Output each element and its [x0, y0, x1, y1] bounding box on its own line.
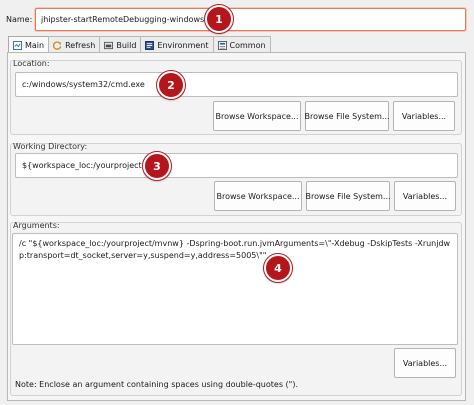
- arguments-value: /c "${workspace_loc:/yourproject/mvnw} -…: [19, 239, 451, 260]
- tab-common-label: Common: [229, 40, 266, 50]
- refresh-icon: [53, 40, 62, 50]
- arguments-label: Arguments:: [13, 221, 60, 230]
- tab-main-label: Main: [25, 41, 45, 50]
- location-input[interactable]: c:/windows/system32/cmd.exe: [15, 72, 458, 97]
- tab-build-label: Build: [116, 40, 137, 50]
- name-value: jhipster-startRemoteDebugging-windows: [41, 15, 205, 24]
- name-field[interactable]: jhipster-startRemoteDebugging-windows: [35, 8, 466, 31]
- main-tab-icon: [13, 41, 22, 50]
- working-directory-variables-button[interactable]: Variables...: [394, 181, 456, 211]
- location-value: c:/windows/system32/cmd.exe: [22, 80, 145, 89]
- environment-icon: [145, 40, 155, 50]
- callout-badge-4: 4: [264, 254, 292, 282]
- tab-environment[interactable]: Environment: [140, 36, 214, 53]
- tab-build[interactable]: Build: [99, 36, 142, 53]
- name-label: Name:: [6, 15, 33, 24]
- tab-environment-label: Environment: [157, 40, 209, 50]
- location-variables-button[interactable]: Variables...: [393, 101, 455, 131]
- working-directory-value: ${workspace_loc:/yourproject}: [22, 161, 147, 170]
- working-directory-browse-workspace-button[interactable]: Browse Workspace...: [214, 181, 302, 211]
- location-browse-file-system-button[interactable]: Browse File System...: [304, 101, 390, 131]
- callout-badge-1: 1: [205, 5, 233, 33]
- arguments-note: Note: Enclose an argument containing spa…: [15, 380, 298, 389]
- working-directory-input[interactable]: ${workspace_loc:/yourproject}: [15, 153, 458, 178]
- tab-refresh[interactable]: Refresh: [48, 36, 101, 53]
- working-directory-label: Working Directory:: [13, 142, 88, 151]
- working-directory-browse-file-system-button[interactable]: Browse File System...: [305, 181, 391, 211]
- callout-badge-2: 2: [157, 71, 185, 99]
- tab-refresh-label: Refresh: [65, 40, 96, 50]
- callout-badge-3: 3: [143, 152, 171, 180]
- location-browse-workspace-button[interactable]: Browse Workspace...: [213, 101, 301, 131]
- location-label: Location:: [13, 59, 50, 68]
- tab-bar: Main Refresh Build Environment Common: [8, 36, 271, 54]
- tab-common[interactable]: Common: [212, 36, 271, 53]
- arguments-variables-button[interactable]: Variables...: [394, 348, 456, 378]
- build-icon: [104, 41, 114, 49]
- common-icon: [217, 40, 227, 50]
- arguments-textarea[interactable]: /c "${workspace_loc:/yourproject/mvnw} -…: [12, 233, 458, 345]
